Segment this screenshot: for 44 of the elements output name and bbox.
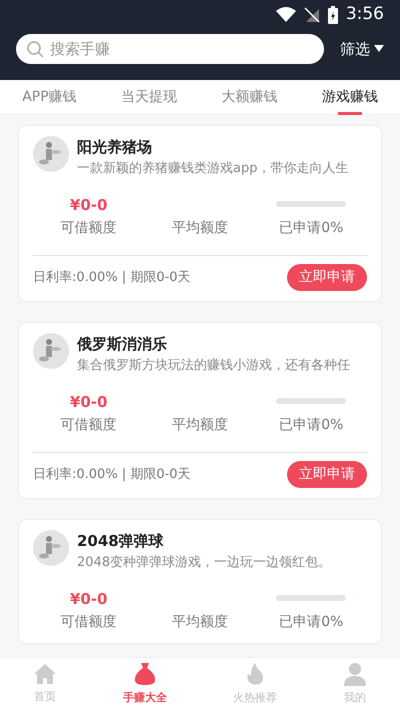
stat-label: 已申请0% <box>279 219 344 238</box>
tab[interactable]: 当天提现 <box>121 80 178 115</box>
money-bag-icon <box>133 662 157 686</box>
apply-button[interactable]: 立即申请 <box>287 264 367 291</box>
apply-button[interactable]: 立即申请 <box>287 461 367 488</box>
stat-label: 平均额度 <box>172 219 228 238</box>
nav-tab[interactable]: 手赚大全 <box>123 662 167 706</box>
battery-icon <box>328 6 338 24</box>
stat-label: 已申请0% <box>279 416 344 435</box>
tab[interactable]: 大额赚钱 <box>221 80 278 115</box>
tab[interactable]: 游戏赚钱 <box>322 80 378 115</box>
stat-label: 已申请0% <box>279 613 344 632</box>
filter-button[interactable]: 筛选 <box>340 38 384 60</box>
tab[interactable]: APP赚钱 <box>22 80 77 115</box>
card-description: 一款新颖的养猪赚钱类游戏app，带你走向人生 <box>77 160 348 178</box>
caret-icon <box>374 45 384 53</box>
nav-tab[interactable]: 我的 <box>343 662 367 706</box>
person-icon <box>343 662 367 686</box>
house-icon <box>33 662 57 685</box>
card-title: 2048弹弹球 <box>77 531 165 552</box>
avatar-icon <box>33 530 69 566</box>
flame-icon <box>245 662 265 686</box>
stat-label: 平均额度 <box>172 416 228 435</box>
avatar-icon <box>33 136 69 172</box>
loan-terms: 日利率:0.00% | 期限0-0天 <box>33 268 191 287</box>
nav-tab[interactable]: 首页 <box>33 662 57 706</box>
search-field[interactable]: 搜索手赚 <box>16 34 324 64</box>
amount-value: ¥0-0 <box>70 589 108 608</box>
no-signal-icon <box>304 7 320 23</box>
nav-tab[interactable]: 火热推荐 <box>233 662 277 706</box>
avatar-icon <box>33 333 69 369</box>
stat-label: 平均额度 <box>172 613 228 632</box>
stat-label: 可借额度 <box>60 219 117 238</box>
amount-value: ¥0-0 <box>70 392 108 411</box>
stat-label: 可借额度 <box>60 416 117 435</box>
stat-label: 可借额度 <box>60 613 117 632</box>
loan-terms: 日利率:0.00% | 期限0-0天 <box>33 466 191 484</box>
card-title: 阳光养猪场 <box>77 137 153 158</box>
card-description: 集合俄罗斯方块玩法的赚钱小游戏，还有各种任 <box>77 356 350 374</box>
wifi-icon <box>276 7 296 23</box>
search-icon <box>26 40 44 58</box>
amount-value: ¥0-0 <box>70 195 108 214</box>
clock-time: 3:56 <box>346 3 384 26</box>
card-description: 2048变种弹弹球游戏，一边玩一边领红包。 <box>77 554 332 572</box>
